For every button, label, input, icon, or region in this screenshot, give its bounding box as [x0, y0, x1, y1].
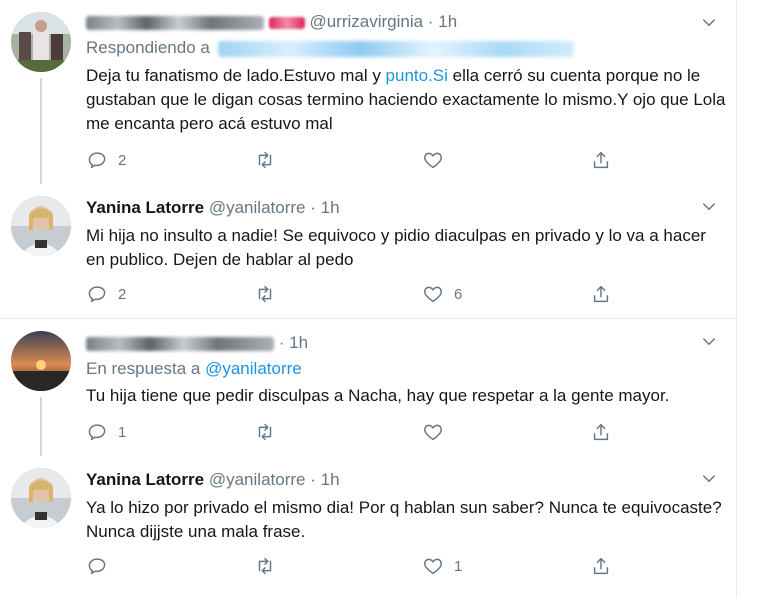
retweet-icon — [258, 557, 272, 575]
share-icon — [593, 151, 609, 169]
tweet-4[interactable]: Yanina Latorre @yanilatorre · 1h Ya lo h… — [0, 456, 736, 598]
like-count: 1 — [454, 557, 463, 575]
reply-count: 2 — [118, 151, 127, 169]
reply-button[interactable]: 1 — [86, 420, 126, 444]
tweet-text: Deja tu fanatismo de lado.Estuvo mal y p… — [86, 66, 726, 133]
author-name[interactable]: Yanina Latorre — [86, 198, 204, 217]
reply-count: 2 — [118, 285, 127, 303]
tweet-actions: 2 6 — [86, 282, 646, 306]
replying-to: En respuesta a @yanilatorre — [86, 359, 302, 378]
avatar[interactable] — [11, 468, 71, 528]
avatar[interactable] — [11, 12, 71, 72]
author-name-blurred[interactable] — [86, 336, 274, 351]
author-name[interactable]: Yanina Latorre — [86, 470, 204, 489]
author-flag-blurred — [268, 16, 305, 29]
tweet-actions: 2 — [86, 148, 646, 172]
tweet-text: Tu hija tiene que pedir disculpas a Nach… — [86, 386, 670, 405]
share-button[interactable] — [590, 282, 612, 306]
like-button[interactable]: 1 — [422, 554, 462, 578]
author-name-blurred[interactable] — [86, 15, 264, 30]
retweet-button[interactable] — [254, 148, 276, 172]
reply-icon — [88, 286, 106, 303]
tweet-header: · 1h — [86, 333, 308, 353]
author-handle[interactable]: @yanilatorre — [209, 470, 306, 489]
retweet-icon — [258, 151, 272, 169]
timeline-border — [736, 0, 737, 598]
share-icon — [593, 423, 609, 441]
avatar[interactable] — [11, 331, 71, 391]
chevron-down-icon[interactable] — [700, 333, 718, 351]
like-button[interactable]: 6 — [422, 282, 462, 306]
replying-to: Respondiendo a — [86, 38, 574, 58]
tweet-text: Mi hija no insulto a nadie! Se equivoco … — [86, 226, 706, 269]
tweet-actions: 1 — [86, 420, 646, 444]
retweet-icon — [258, 285, 272, 303]
tweet-header: @urrizavirginia · 1h — [86, 12, 457, 32]
reply-to-blurred[interactable] — [217, 40, 574, 57]
reply-count: 1 — [118, 423, 127, 441]
reply-icon — [88, 558, 106, 575]
heart-icon — [424, 286, 442, 303]
tweet-2[interactable]: Yanina Latorre @yanilatorre · 1h Mi hija… — [0, 184, 736, 318]
tweet-header: Yanina Latorre @yanilatorre · 1h — [86, 198, 340, 217]
reply-icon — [88, 152, 106, 169]
chevron-down-icon[interactable] — [700, 14, 718, 32]
share-button[interactable] — [590, 148, 612, 172]
reply-icon — [88, 424, 106, 441]
like-count: 6 — [454, 285, 463, 303]
reply-button[interactable] — [86, 554, 118, 578]
heart-icon — [424, 424, 442, 441]
share-button[interactable] — [590, 554, 612, 578]
tweet-text: Ya lo hizo por privado el mismo dia! Por… — [86, 498, 722, 541]
author-handle[interactable]: @urrizavirginia — [309, 12, 423, 31]
share-button[interactable] — [590, 420, 612, 444]
reply-button[interactable]: 2 — [86, 282, 126, 306]
heart-icon — [424, 558, 442, 575]
tweet-time[interactable]: 1h — [321, 198, 340, 217]
reply-button[interactable]: 2 — [86, 148, 126, 172]
tweet-time[interactable]: 1h — [289, 333, 308, 352]
avatar[interactable] — [11, 196, 71, 256]
heart-icon — [424, 152, 442, 169]
retweet-button[interactable] — [254, 554, 276, 578]
tweet-1[interactable]: @urrizavirginia · 1h Respondiendo a Deja… — [0, 0, 736, 184]
share-icon — [593, 285, 609, 303]
tweet-time[interactable]: 1h — [321, 470, 340, 489]
reply-to-mention[interactable]: @yanilatorre — [205, 359, 302, 378]
like-button[interactable] — [422, 420, 454, 444]
thread-line — [40, 78, 42, 184]
retweet-icon — [258, 423, 272, 441]
chevron-down-icon[interactable] — [700, 198, 718, 216]
retweet-button[interactable] — [254, 420, 276, 444]
tweet-link[interactable]: punto.Si — [386, 66, 448, 85]
like-button[interactable] — [422, 148, 454, 172]
author-handle[interactable]: @yanilatorre — [209, 198, 306, 217]
share-icon — [593, 557, 609, 575]
tweet-3[interactable]: · 1h En respuesta a @yanilatorre Tu hija… — [0, 319, 736, 456]
thread-line — [40, 397, 42, 456]
chevron-down-icon[interactable] — [700, 470, 718, 488]
tweet-header: Yanina Latorre @yanilatorre · 1h — [86, 470, 340, 489]
retweet-button[interactable] — [254, 282, 276, 306]
tweet-time[interactable]: 1h — [438, 12, 457, 31]
tweet-actions: 1 — [86, 554, 646, 578]
